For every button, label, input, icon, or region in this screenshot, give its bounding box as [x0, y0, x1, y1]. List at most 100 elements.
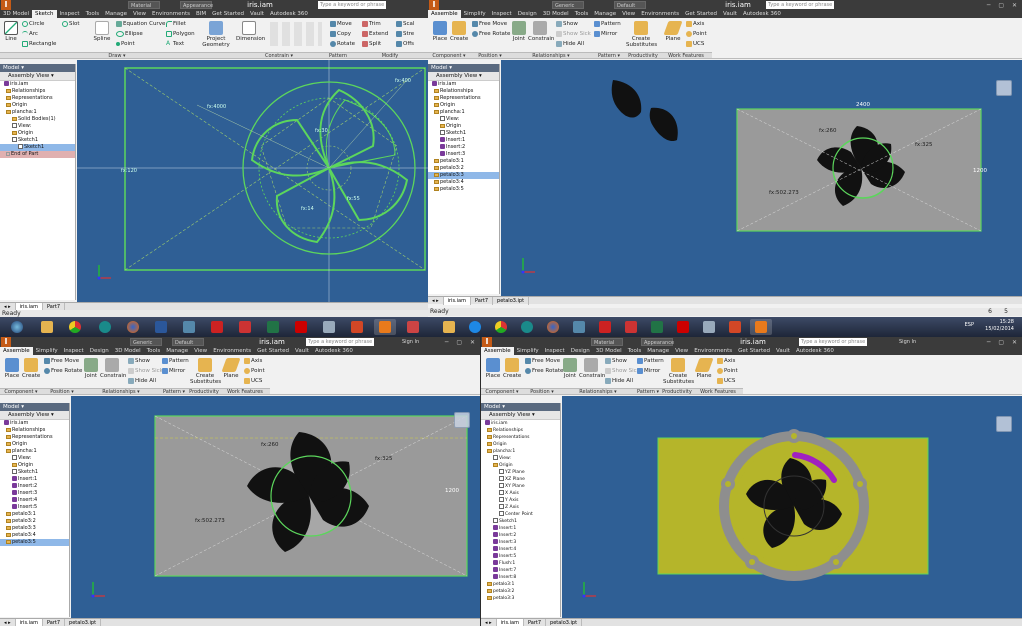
tree-item[interactable]: petalo3:2 [481, 588, 560, 595]
component-panel-label[interactable]: Component ▾ [481, 388, 523, 395]
dim-1200[interactable]: 1200 [445, 488, 459, 494]
tree-item[interactable]: Sketch1 [0, 137, 75, 144]
dim-fx260[interactable]: fx:260 [819, 128, 837, 134]
tree-item[interactable]: XY Plane [481, 483, 560, 490]
tree-item[interactable]: plancha:1 [428, 109, 499, 116]
view-cube[interactable] [454, 412, 470, 428]
dimension-button[interactable]: Dimension [236, 21, 265, 42]
model-browser-header[interactable]: Model ▾ [0, 64, 75, 72]
pattern-button[interactable]: Pattern [594, 20, 621, 28]
tree-item[interactable]: Insert:1 [0, 476, 69, 483]
copy-button[interactable]: Copy [330, 30, 351, 38]
point-button[interactable]: Point [717, 367, 738, 375]
tab-design[interactable]: Design [515, 10, 540, 18]
taskbar2-3dsmax[interactable] [620, 319, 642, 335]
tree-item[interactable]: Insert:7 [481, 567, 560, 574]
tab-get-started[interactable]: Get Started [254, 347, 292, 355]
tree-item[interactable]: Relationships [0, 88, 75, 95]
taskbar2-app[interactable] [568, 319, 590, 335]
tree-item[interactable]: Insert:5 [481, 553, 560, 560]
taskbar2-arduino[interactable] [516, 319, 538, 335]
tree-item[interactable]: petalo3:3 [0, 525, 69, 532]
doc-nav-arrows-icon[interactable]: ◂ ▸ [0, 619, 16, 626]
tree-item[interactable]: petalo3:1 [0, 511, 69, 518]
tree-item[interactable]: Insert:2 [428, 144, 499, 151]
tree-item[interactable]: Insert:3 [481, 539, 560, 546]
sign-in-link[interactable]: Sign In [899, 337, 916, 347]
tree-item[interactable]: petalo3:3 [428, 172, 499, 179]
mirror-button[interactable]: Mirror [637, 367, 660, 375]
free-move-button[interactable]: Free Move [44, 357, 79, 365]
constrain-button[interactable]: Constrain [528, 21, 554, 42]
tab-inspect[interactable]: Inspect [61, 347, 87, 355]
doc-tab-iris-iam[interactable]: iris.iam [15, 619, 43, 626]
tab-sketch[interactable]: Sketch [32, 10, 57, 18]
free-rotate-button[interactable]: Free Rotate [44, 367, 82, 375]
relationships-panel-label[interactable]: Relationships ▾ [82, 388, 160, 395]
dim-fx260[interactable]: fx:260 [261, 442, 279, 448]
position-panel-label[interactable]: Position ▾ [523, 388, 561, 395]
place-button[interactable]: Place [3, 358, 21, 379]
material-dropdown[interactable]: Material [591, 338, 623, 346]
create-button[interactable]: Create [503, 358, 521, 379]
show-button[interactable]: Show [605, 357, 627, 365]
ucs-button[interactable]: UCS [717, 377, 735, 385]
taskbar2-powerpoint[interactable] [724, 319, 746, 335]
tree-item[interactable]: petalo3:3 [481, 595, 560, 602]
taskbar2-firefox[interactable] [542, 319, 564, 335]
taskbar-pdf[interactable] [290, 319, 312, 335]
joint-button[interactable]: Joint [561, 358, 579, 379]
tree-item[interactable]: petalo3:5 [428, 186, 499, 193]
tab-autodesk-360[interactable]: Autodesk 360 [740, 10, 784, 18]
tree-item[interactable]: Insert:4 [0, 497, 69, 504]
pattern-button[interactable]: Pattern [162, 357, 189, 365]
constrain-button[interactable]: Constrain [100, 358, 126, 379]
tree-item[interactable]: Solid Bodies(1) [0, 116, 75, 123]
language-indicator[interactable]: ESP [965, 322, 974, 329]
taskbar2-revit[interactable] [594, 319, 616, 335]
doc-tab-iris-iam[interactable]: iris.iam [443, 297, 471, 305]
view-rep-dropdown[interactable]: Default [614, 1, 646, 9]
offset-button[interactable]: Offs [396, 40, 414, 48]
inventor-logo[interactable]: I [429, 0, 439, 10]
extend-button[interactable]: Extend [362, 30, 388, 38]
tree-item[interactable]: petalo3:2 [0, 518, 69, 525]
tree-item[interactable]: Sketch1 [0, 144, 75, 151]
view-rep-dropdown[interactable]: Default [172, 338, 204, 346]
show-button[interactable]: Show [128, 357, 150, 365]
tree-item[interactable]: Origin [481, 462, 560, 469]
tab-3d-model[interactable]: 3D Model [0, 10, 32, 18]
relationships-panel-label[interactable]: Relationships ▾ [561, 388, 635, 395]
position-panel-label[interactable]: Position ▾ [42, 388, 82, 395]
tree-item[interactable]: Origin [0, 462, 69, 469]
tab-vault[interactable]: Vault [773, 347, 793, 355]
tree-item[interactable]: Representations [0, 434, 69, 441]
model-browser-header[interactable]: Model ▾ [428, 64, 499, 72]
tab-view[interactable]: View [191, 347, 210, 355]
tab-simplify[interactable]: Simplify [514, 347, 542, 355]
tab-design[interactable]: Design [87, 347, 112, 355]
taskbar2-excel[interactable] [646, 319, 668, 335]
dim-label-1[interactable]: fx:4000 [207, 104, 226, 110]
tab-simplify[interactable]: Simplify [461, 10, 489, 18]
draw-panel-label[interactable]: Draw ▾ [0, 52, 234, 59]
constrain-button[interactable]: Constrain [579, 358, 605, 379]
tab-manage[interactable]: Manage [591, 10, 619, 18]
tree-item[interactable]: Insert:2 [0, 483, 69, 490]
doc-tab-iris-iam[interactable]: iris.iam [496, 619, 524, 626]
doc-tab-part7[interactable]: Part7 [524, 619, 547, 626]
taskbar2-tool[interactable] [698, 319, 720, 335]
doc-nav-arrows-icon[interactable]: ◂ ▸ [428, 297, 444, 305]
search-input[interactable]: Type a keyword or phrase [799, 338, 867, 346]
hide-all-button[interactable]: Hide All [556, 40, 584, 48]
material-dropdown[interactable]: Generic [130, 338, 162, 346]
tree-item[interactable]: iris.iam [428, 81, 499, 88]
ucs-button[interactable]: UCS [244, 377, 262, 385]
dim-2400[interactable]: 2400 [856, 102, 870, 108]
dim-1200[interactable]: 1200 [973, 168, 987, 174]
free-move-button[interactable]: Free Move [525, 357, 560, 365]
assembly-view-dropdown[interactable]: Assembly View ▾ [481, 411, 560, 420]
mirror-button[interactable]: Mirror [594, 30, 617, 38]
place-button[interactable]: Place [484, 358, 502, 379]
doc-tab-petalo3-ipt[interactable]: petalo3.ipt [493, 297, 530, 305]
